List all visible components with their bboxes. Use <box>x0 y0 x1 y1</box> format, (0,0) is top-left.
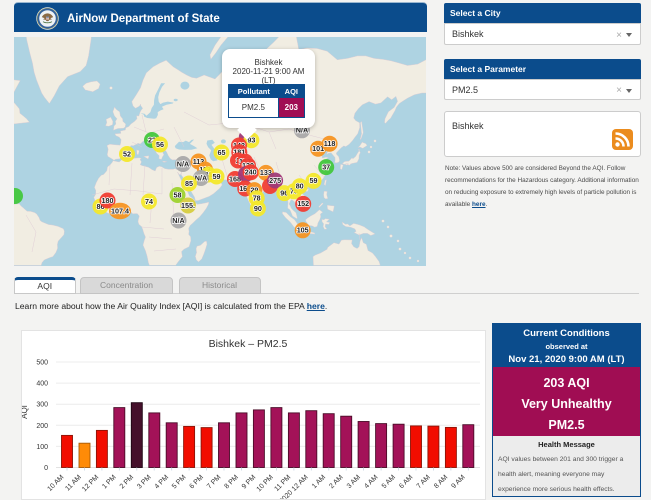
svg-text:1 PM: 1 PM <box>101 474 118 491</box>
svg-text:59: 59 <box>213 172 221 181</box>
svg-text:N/A: N/A <box>195 173 207 182</box>
svg-text:3 AM: 3 AM <box>346 474 362 490</box>
svg-text:107.4: 107.4 <box>111 206 129 215</box>
svg-text:4 AM: 4 AM <box>363 474 379 490</box>
svg-text:100: 100 <box>36 444 48 451</box>
svg-text:0: 0 <box>44 465 48 472</box>
svg-text:58: 58 <box>174 190 182 199</box>
svg-text:6 PM: 6 PM <box>189 474 206 491</box>
svg-text:1 AM: 1 AM <box>311 474 327 490</box>
svg-text:240: 240 <box>245 168 257 177</box>
svg-text:56: 56 <box>156 140 164 149</box>
svg-text:N/A: N/A <box>177 159 189 168</box>
svg-text:74: 74 <box>145 197 153 206</box>
svg-text:5 PM: 5 PM <box>171 474 188 491</box>
svg-text:7 PM: 7 PM <box>206 474 223 491</box>
svg-text:105: 105 <box>297 226 309 235</box>
svg-text:400: 400 <box>36 381 48 388</box>
svg-text:52: 52 <box>123 149 131 158</box>
svg-text:155.: 155. <box>181 201 195 210</box>
svg-text:59: 59 <box>310 176 318 185</box>
svg-text:200: 200 <box>36 423 48 430</box>
svg-text:11 AM: 11 AM <box>64 474 83 493</box>
svg-text:10 PM: 10 PM <box>256 474 275 493</box>
svg-text:2 AM: 2 AM <box>328 474 344 490</box>
svg-text:8 PM: 8 PM <box>223 474 240 491</box>
svg-text:65: 65 <box>218 148 226 157</box>
svg-text:8 AM: 8 AM <box>433 474 449 490</box>
svg-text:500: 500 <box>36 360 48 367</box>
svg-text:9 AM: 9 AM <box>450 474 466 490</box>
svg-text:6 AM: 6 AM <box>398 474 414 490</box>
svg-text:37: 37 <box>322 162 330 171</box>
svg-text:4 PM: 4 PM <box>154 474 171 491</box>
svg-text:80: 80 <box>296 182 304 191</box>
svg-text:N/A: N/A <box>172 216 184 225</box>
svg-text:118: 118 <box>324 139 336 148</box>
svg-text:152: 152 <box>297 199 309 208</box>
svg-text:275: 275 <box>269 176 281 185</box>
svg-text:12 PM: 12 PM <box>81 474 100 493</box>
svg-text:5 AM: 5 AM <box>381 474 397 490</box>
svg-text:180: 180 <box>102 196 114 205</box>
svg-text:7 AM: 7 AM <box>416 474 432 490</box>
svg-text:85: 85 <box>185 179 193 188</box>
svg-text:AQI: AQI <box>22 405 29 419</box>
svg-text:10 AM: 10 AM <box>46 474 65 493</box>
svg-text:2 PM: 2 PM <box>119 474 136 491</box>
svg-text:300: 300 <box>36 402 48 409</box>
svg-text:90: 90 <box>254 204 262 213</box>
svg-text:Bishkek – PM2.5: Bishkek – PM2.5 <box>209 338 288 350</box>
svg-text:3 PM: 3 PM <box>136 474 153 491</box>
